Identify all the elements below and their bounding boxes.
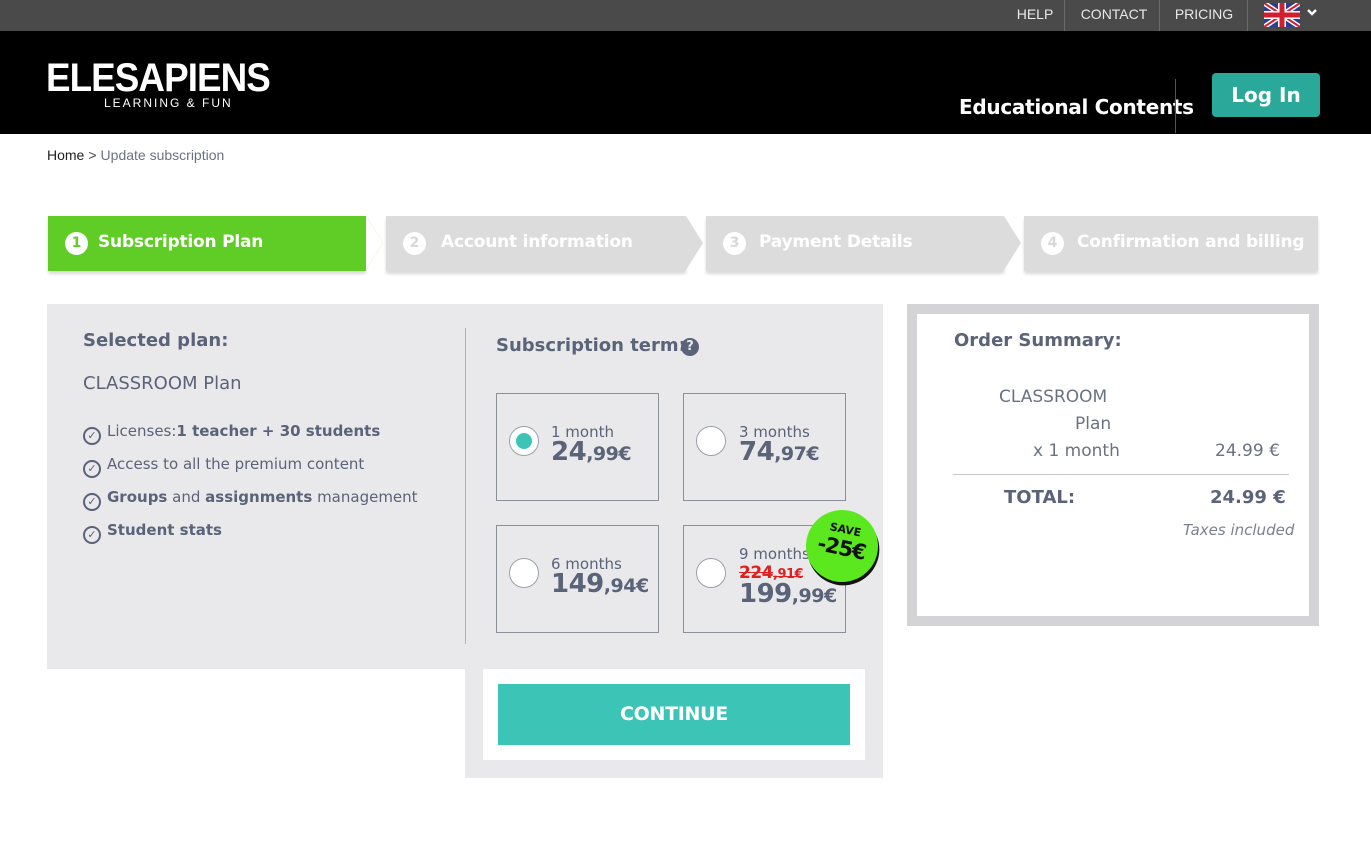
breadcrumb: Home > Update subscription	[47, 147, 224, 163]
step-number: 2	[403, 232, 426, 255]
feature-highlight: Student stats	[107, 521, 222, 539]
divider	[1247, 0, 1248, 31]
chevron-down-icon[interactable]	[1306, 6, 1318, 22]
login-button[interactable]: Log In	[1212, 73, 1320, 117]
price-decimal: ,97€	[774, 443, 820, 465]
step-payment-details: 3 Payment Details	[706, 216, 1004, 271]
feature-licenses: ✓ Licenses:1 teacher + 30 students	[83, 422, 380, 445]
term-price: 199,99€	[739, 579, 837, 609]
price-decimal: ,94€	[603, 575, 649, 597]
price-decimal: ,99€	[791, 585, 837, 607]
step-confirmation-billing: 4 Confirmation and billing	[1024, 216, 1318, 271]
price-integer: 199	[739, 579, 792, 609]
pricing-link[interactable]: PRICING	[1164, 0, 1244, 31]
term-option-1-month[interactable]: 1 month 24,99€	[496, 393, 659, 501]
step-label: Subscription Plan	[98, 232, 264, 252]
step-label: Account information	[441, 232, 633, 252]
divider	[1175, 79, 1176, 133]
feature-highlight: 1 teacher + 30 students	[176, 422, 381, 440]
divider	[465, 328, 466, 644]
step-arrow	[1004, 216, 1021, 270]
price-integer: 74	[739, 437, 775, 467]
subscription-term-title: Subscription term:	[496, 335, 686, 356]
radio[interactable]	[696, 426, 726, 456]
radio-selected[interactable]	[509, 426, 539, 456]
step-label: Payment Details	[759, 232, 913, 252]
checkout-steps: 1 Subscription Plan 2 Account informatio…	[48, 216, 1318, 272]
feature-text: management	[317, 488, 418, 506]
feature-text: Licenses:	[107, 422, 177, 440]
feature-stats: ✓ Student stats	[83, 521, 222, 544]
selected-plan-title: Selected plan:	[83, 330, 229, 351]
help-link[interactable]: HELP	[1005, 0, 1065, 31]
feature-text: Access to all the premium content	[107, 455, 365, 473]
check-circle-icon: ✓	[83, 526, 101, 544]
divider	[1064, 0, 1065, 31]
top-utility-bar: HELP CONTACT PRICING	[0, 0, 1371, 31]
tax-note: Taxes included	[1183, 521, 1295, 539]
step-number: 4	[1041, 232, 1064, 255]
feature-text: and	[172, 488, 201, 506]
check-circle-icon: ✓	[83, 427, 101, 445]
check-circle-icon: ✓	[83, 460, 101, 478]
summary-plan-suffix: Plan	[1075, 414, 1112, 434]
total-value: 24.99 €	[1210, 487, 1286, 508]
feature-groups: ✓ Groups and assignments management	[83, 488, 418, 511]
step-number: 3	[723, 232, 746, 255]
order-summary-title: Order Summary:	[954, 330, 1122, 351]
breadcrumb-current: Update subscription	[100, 147, 225, 163]
plan-name: CLASSROOM Plan	[83, 373, 242, 394]
feature-premium: ✓ Access to all the premium content	[83, 455, 364, 478]
price-integer: 24	[551, 437, 587, 467]
term-price: 74,97€	[739, 437, 820, 467]
step-arrow	[366, 216, 383, 270]
divider	[953, 474, 1289, 475]
contact-link[interactable]: CONTACT	[1070, 0, 1158, 31]
breadcrumb-home[interactable]: Home	[47, 147, 84, 163]
order-summary	[917, 314, 1309, 616]
logo[interactable]: ELESAPIENS	[46, 58, 271, 98]
summary-line-price: 24.99 €	[1215, 441, 1280, 461]
help-icon[interactable]: ?	[681, 338, 699, 356]
term-price: 149,94€	[551, 569, 649, 599]
uk-flag-icon[interactable]	[1264, 3, 1300, 27]
step-number: 1	[65, 232, 88, 255]
breadcrumb-separator: >	[88, 147, 97, 163]
term-option-6-months[interactable]: 6 months 149,94€	[496, 525, 659, 633]
term-price: 24,99€	[551, 437, 632, 467]
continue-button[interactable]: CONTINUE	[498, 684, 850, 745]
divider	[1159, 0, 1160, 31]
feature-highlight: assignments	[205, 488, 313, 506]
step-account-information: 2 Account information	[386, 216, 686, 271]
feature-highlight: Groups	[107, 488, 168, 506]
summary-plan-name: CLASSROOM	[999, 387, 1108, 407]
nav-educational-contents[interactable]: Educational Contents	[959, 95, 1194, 119]
term-option-3-months[interactable]: 3 months 74,97€	[683, 393, 846, 501]
total-label: TOTAL:	[1004, 487, 1076, 508]
price-integer: 149	[551, 569, 604, 599]
summary-quantity: x 1 month	[1033, 441, 1120, 461]
logo-tagline: LEARNING & FUN	[104, 96, 233, 110]
step-label: Confirmation and billing	[1077, 232, 1305, 252]
price-decimal: ,99€	[586, 443, 632, 465]
step-subscription-plan: 1 Subscription Plan	[48, 216, 366, 271]
radio[interactable]	[696, 558, 726, 588]
check-circle-icon: ✓	[83, 493, 101, 511]
step-arrow	[686, 216, 703, 270]
radio[interactable]	[509, 558, 539, 588]
term-label: 9 months	[739, 545, 810, 563]
